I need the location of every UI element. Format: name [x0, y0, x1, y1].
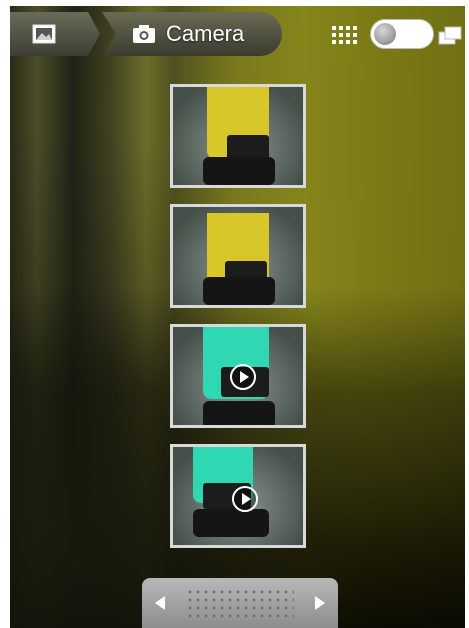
arrow-left-icon[interactable]	[154, 595, 166, 611]
album-breadcrumb[interactable]: Camera	[102, 12, 282, 56]
grid-view-icon[interactable]	[332, 26, 358, 44]
play-icon	[229, 363, 257, 391]
arrow-right-icon[interactable]	[314, 595, 326, 611]
thumbnail-video-2[interactable]	[170, 444, 306, 548]
toggle-knob[interactable]	[374, 23, 396, 45]
album-title: Camera	[166, 21, 245, 46]
scroller-grip[interactable]	[186, 588, 294, 618]
gallery-screen: Camera	[10, 6, 465, 628]
camera-icon	[132, 24, 156, 44]
top-bar: Camera	[10, 6, 465, 62]
thumbnail-video-1[interactable]	[170, 324, 306, 428]
view-mode-toggle[interactable]	[370, 19, 434, 49]
thumbnail-photo-2[interactable]	[170, 204, 306, 308]
play-icon	[231, 485, 259, 513]
gallery-icon	[32, 24, 56, 44]
timeline-scroller[interactable]	[142, 578, 338, 628]
thumbnail-photo-1[interactable]	[170, 84, 306, 188]
slideshow-icon[interactable]	[438, 24, 464, 46]
gallery-home-button[interactable]	[10, 12, 100, 56]
